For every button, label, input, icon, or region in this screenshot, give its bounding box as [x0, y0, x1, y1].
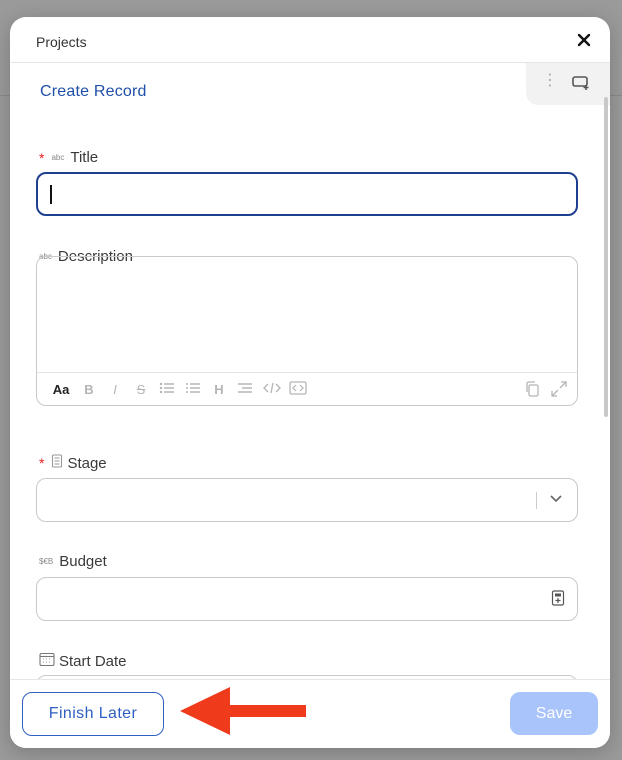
italic-button[interactable]: I — [107, 382, 123, 397]
create-record-modal: Projects ⋮ Create Record * abc Title abc… — [10, 17, 610, 748]
calculator-icon[interactable] — [551, 590, 565, 611]
editor-actions — [525, 381, 567, 402]
budget-label: $€B Budget — [39, 553, 107, 570]
bullet-list-button[interactable] — [159, 381, 175, 398]
required-marker: * — [39, 149, 45, 166]
add-window-icon[interactable] — [572, 75, 592, 96]
heading-button[interactable]: H — [211, 382, 227, 397]
modal-header: Projects — [10, 17, 610, 63]
stage-label: * Stage — [39, 454, 107, 472]
code-button[interactable] — [263, 381, 281, 398]
bullet-list-icon — [159, 382, 174, 393]
required-marker: * — [39, 455, 45, 471]
indent-icon — [238, 382, 252, 393]
form-content: ⋮ Create Record * abc Title abc Descript… — [10, 63, 610, 679]
section-title: Create Record — [40, 83, 147, 100]
copy-icon[interactable] — [525, 381, 539, 402]
code-block-button[interactable] — [289, 380, 307, 398]
calendar-icon — [39, 652, 55, 670]
text-caret — [50, 185, 52, 204]
editor-toolbar: Aa B I S H — [37, 372, 577, 405]
form-toolbar: ⋮ — [526, 63, 610, 105]
text-style-button[interactable]: Aa — [51, 382, 71, 397]
modal-title: Projects — [36, 34, 87, 50]
description-editor[interactable]: Aa B I S H — [36, 256, 578, 406]
budget-label-text: Budget — [59, 553, 107, 570]
close-icon — [577, 33, 591, 47]
start-date-label: Start Date — [39, 652, 127, 670]
bold-button[interactable]: B — [81, 382, 97, 397]
select-separator — [536, 492, 537, 509]
title-label-text: Title — [70, 149, 99, 166]
kebab-icon[interactable]: ⋮ — [542, 73, 558, 89]
indent-button[interactable] — [237, 381, 253, 398]
numbered-list-icon — [186, 382, 200, 393]
chevron-down-icon[interactable] — [548, 490, 564, 511]
select-type-icon — [51, 454, 63, 472]
save-button[interactable]: Save — [510, 692, 598, 735]
start-date-label-text: Start Date — [59, 652, 127, 670]
code-block-icon — [289, 380, 307, 395]
close-button[interactable] — [574, 30, 594, 50]
scrollbar[interactable] — [604, 97, 608, 417]
stage-label-text: Stage — [67, 454, 107, 472]
numbered-list-button[interactable] — [185, 381, 201, 398]
title-label: * abc Title — [39, 149, 98, 166]
expand-icon[interactable] — [551, 381, 567, 402]
currency-type-icon: $€B — [39, 557, 54, 566]
title-input[interactable] — [36, 172, 578, 216]
modal-footer: Finish Later Save — [10, 679, 610, 748]
finish-later-button[interactable]: Finish Later — [22, 692, 164, 736]
annotation-arrow-icon — [180, 687, 306, 735]
stage-select[interactable] — [36, 478, 578, 522]
code-icon — [263, 382, 281, 393]
strikethrough-button[interactable]: S — [133, 382, 149, 397]
budget-input[interactable] — [36, 577, 578, 621]
text-type-icon: abc — [51, 153, 65, 162]
